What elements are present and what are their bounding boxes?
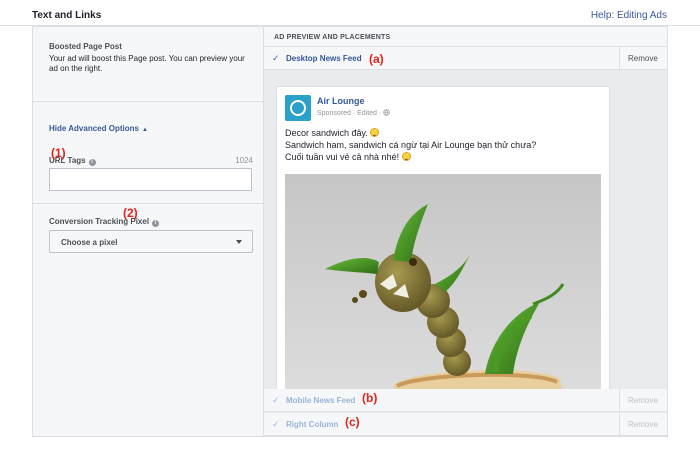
- post-line-2: Sandwich ham, sandwich cá ngừ tại Air Lo…: [285, 140, 537, 150]
- boost-description: Your ad will boost this Page post. You c…: [49, 54, 245, 73]
- remove-button[interactable]: Remove: [619, 413, 667, 435]
- placement-desktop-news-feed[interactable]: ✓ Desktop News Feed Remove: [264, 47, 667, 70]
- advanced-section: Hide Advanced Options ▲ URL Tags i 1024: [33, 102, 263, 204]
- callout-a: (a): [369, 52, 384, 66]
- post-line-3: Cuối tuần vui vẻ cả nhà nhé!: [285, 152, 400, 162]
- page-avatar: [285, 95, 311, 121]
- url-tags-input[interactable]: [49, 168, 252, 191]
- placement-name[interactable]: Mobile News Feed: [286, 396, 355, 405]
- help-link[interactable]: Help: Editing Ads: [591, 10, 667, 21]
- post-preview: Air Lounge Sponsored · Edited · Decor sa…: [276, 86, 610, 389]
- preview-header-label: AD PREVIEW AND PLACEMENTS: [274, 34, 391, 41]
- top-bar: Text and Links Help: Editing Ads: [0, 0, 700, 26]
- conversion-section: Conversion Tracking Pixel i Choose a pixe…: [33, 204, 263, 272]
- smiley-icon: [370, 128, 380, 137]
- news-feed-preview: Air Lounge Sponsored · Edited · Decor sa…: [264, 71, 667, 389]
- page-title: Text and Links: [32, 10, 102, 21]
- conversion-tracking-label: Conversion Tracking Pixel i: [49, 217, 160, 227]
- post-text: Decor sandwich đây. Sandwich ham, sandwi…: [285, 127, 605, 163]
- left-column: Boosted Page Post Your ad will boost thi…: [33, 27, 264, 436]
- globe-icon: [383, 109, 390, 116]
- boost-title: Boosted Page Post: [49, 42, 122, 51]
- info-icon[interactable]: i: [152, 220, 160, 227]
- url-tags-char-count: 1024: [235, 156, 253, 165]
- boost-section: Boosted Page Post Your ad will boost thi…: [33, 27, 263, 102]
- hide-advanced-label: Hide Advanced Options: [49, 124, 139, 133]
- triangle-up-icon: ▲: [141, 127, 148, 133]
- preview-header: AD PREVIEW AND PLACEMENTS: [264, 27, 667, 47]
- remove-button[interactable]: Remove: [619, 389, 667, 411]
- preview-column: AD PREVIEW AND PLACEMENTS ✓ Desktop News…: [264, 27, 667, 436]
- hide-advanced-options-link[interactable]: Hide Advanced Options ▲: [49, 124, 148, 133]
- callout-2: (2): [123, 206, 138, 220]
- placement-name[interactable]: Desktop News Feed: [286, 54, 362, 63]
- chevron-down-icon: [236, 240, 242, 244]
- editor-panel: Boosted Page Post Your ad will boost thi…: [32, 26, 668, 437]
- pixel-select[interactable]: Choose a pixel: [49, 230, 253, 253]
- smiley-icon: [401, 152, 411, 161]
- callout-1: (1): [51, 146, 66, 160]
- remove-button[interactable]: Remove: [619, 47, 667, 69]
- check-icon: ✓: [272, 395, 280, 405]
- placement-name[interactable]: Right Column: [286, 420, 338, 429]
- info-icon[interactable]: i: [88, 159, 96, 166]
- post-photo: [285, 174, 601, 389]
- post-line-1: Decor sandwich đây.: [285, 128, 368, 138]
- page: Text and Links Help: Editing Ads Boosted…: [0, 0, 700, 449]
- callout-b: (b): [362, 391, 378, 405]
- callout-c: (c): [345, 415, 360, 429]
- check-icon: ✓: [272, 53, 280, 63]
- post-meta-text: Sponsored · Edited ·: [317, 110, 382, 117]
- pixel-select-value: Choose a pixel: [61, 238, 118, 247]
- placement-mobile-news-feed[interactable]: ✓ Mobile News Feed Remove: [264, 389, 667, 412]
- post-meta: Sponsored · Edited ·: [317, 109, 390, 117]
- placement-right-column[interactable]: ✓ Right Column Remove: [264, 413, 667, 436]
- check-icon: ✓: [272, 419, 280, 429]
- page-name[interactable]: Air Lounge: [317, 96, 365, 106]
- sandwich-dinosaur-photo: [285, 174, 601, 389]
